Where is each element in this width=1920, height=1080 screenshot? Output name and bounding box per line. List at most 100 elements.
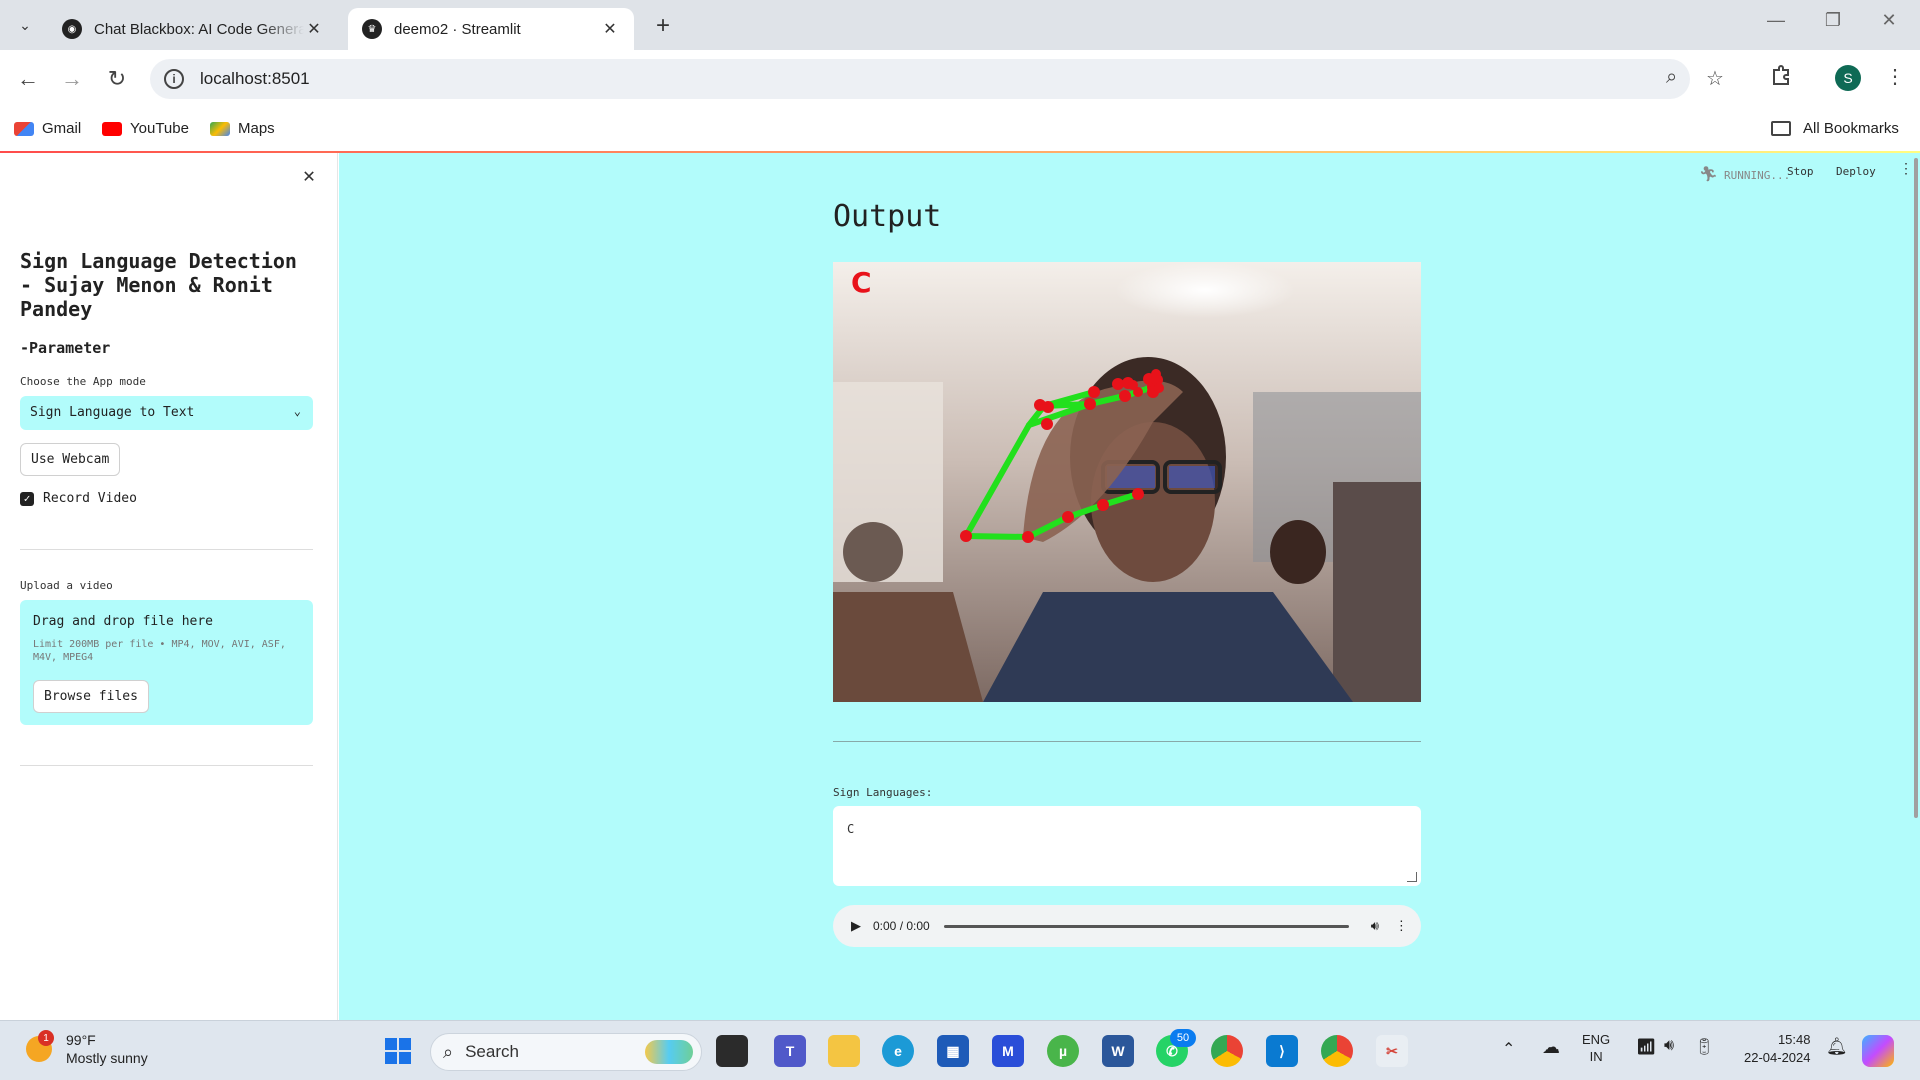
close-window-icon[interactable]: ✕ [1874, 10, 1904, 31]
close-tab-icon[interactable]: ✕ [304, 19, 324, 39]
minimize-icon[interactable]: — [1761, 10, 1791, 31]
page-title: Output [833, 199, 942, 234]
upload-label: Upload a video [20, 579, 113, 592]
play-icon[interactable]: ▶ [851, 918, 861, 934]
task-view-icon[interactable] [716, 1035, 748, 1067]
tab-blackbox[interactable]: ◉ Chat Blackbox: AI Code Genera ✕ [48, 8, 338, 50]
bookmark-star-icon[interactable]: ☆ [1706, 66, 1724, 91]
tab-streamlit[interactable]: ♛ deemo2 · Streamlit ✕ [348, 8, 634, 50]
tab-title: Chat Blackbox: AI Code Genera [94, 20, 304, 38]
deploy-button[interactable]: Deploy [1836, 165, 1876, 178]
divider [20, 549, 313, 550]
resize-handle-icon[interactable] [1407, 872, 1417, 882]
weather-desc: Mostly sunny [66, 1050, 148, 1066]
chevron-down-icon: ⌄ [293, 404, 301, 418]
weather-widget[interactable]: 1 99°F Mostly sunny [26, 1030, 148, 1067]
teams-icon[interactable]: T [774, 1035, 806, 1067]
chevron-down-icon: ⌄ [19, 16, 31, 33]
copilot-icon[interactable] [1862, 1035, 1894, 1067]
vscode-icon[interactable]: ⟩ [1266, 1035, 1298, 1067]
clock[interactable]: 15:48 22-04-2024 [1744, 1031, 1811, 1067]
close-tab-icon[interactable]: ✕ [600, 19, 620, 39]
record-video-label: Record Video [43, 491, 137, 506]
edge-icon[interactable]: e [882, 1035, 914, 1067]
upload-drag-text: Drag and drop file here [33, 614, 214, 629]
upload-limit-text: Limit 200MB per file • MP4, MOV, AVI, AS… [33, 639, 286, 663]
blackbox-favicon-icon: ◉ [62, 19, 82, 39]
file-explorer-icon[interactable] [828, 1035, 860, 1067]
app-mode-select[interactable]: Sign Language to Text ⌄ [20, 396, 313, 430]
more-options-icon[interactable]: ⋮ [1395, 918, 1408, 934]
stop-button[interactable]: Stop [1787, 165, 1814, 178]
taskbar-search[interactable]: ⌕ Search [430, 1033, 702, 1071]
audio-time: 0:00 / 0:00 [873, 919, 930, 933]
close-sidebar-icon[interactable]: ✕ [303, 163, 315, 187]
bookmark-gmail[interactable]: Gmail [14, 120, 81, 137]
back-icon[interactable]: ← [14, 66, 42, 92]
snipping-tool-icon[interactable]: ✂ [1376, 1035, 1408, 1067]
utorrent-icon[interactable]: µ [1047, 1035, 1079, 1067]
running-text: RUNNING... [1724, 169, 1791, 182]
speaker-icon[interactable]: 🔊︎ [1664, 1037, 1674, 1055]
browser-toolbar: ← → ↻ i localhost:8501 ⌕ ☆ [0, 50, 1920, 108]
maps-icon [210, 121, 230, 136]
main-menu-icon[interactable]: ⋮ [1899, 161, 1913, 177]
restore-icon[interactable]: ❐ [1818, 10, 1848, 31]
running-status: 🏃︎ RUNNING... [1699, 165, 1790, 183]
tab-search-button[interactable]: ⌄ [10, 10, 40, 40]
page-scrollbar[interactable] [1914, 158, 1918, 818]
divider [20, 765, 313, 766]
browser-menu-icon[interactable]: ⋮ [1885, 64, 1905, 89]
battery-icon[interactable]: 🔋︎ [1694, 1037, 1714, 1057]
record-video-checkbox[interactable]: ✓ Record Video [20, 491, 137, 506]
new-tab-button[interactable]: + [650, 12, 676, 40]
bookmark-youtube[interactable]: YouTube [102, 120, 189, 137]
chevron-up-icon[interactable]: ⌃ [1502, 1039, 1515, 1059]
chrome-icon[interactable] [1211, 1035, 1243, 1067]
notification-bell-icon[interactable]: 🔔︎ [1826, 1037, 1848, 1057]
all-bookmarks-label: All Bookmarks [1803, 120, 1899, 137]
use-webcam-button[interactable]: Use Webcam [20, 443, 121, 476]
profile-avatar[interactable]: S [1835, 65, 1861, 91]
checkmark-icon: ✓ [20, 491, 34, 506]
region-code: IN [1589, 1049, 1603, 1064]
language-indicator[interactable]: ENG IN [1582, 1031, 1610, 1065]
whatsapp-badge: 50 [1170, 1029, 1196, 1047]
windows-start-icon[interactable] [382, 1035, 414, 1067]
clock-date: 22-04-2024 [1744, 1050, 1811, 1065]
main-content: 🏃︎ RUNNING... Stop Deploy ⋮ Output C Sig… [339, 153, 1920, 1020]
search-icon: ⌕ [443, 1041, 454, 1062]
bookmark-label: Gmail [42, 120, 82, 137]
webcam-scene [833, 262, 1421, 702]
audio-progress-slider[interactable] [943, 924, 1349, 928]
chrome-profile-icon[interactable] [1321, 1035, 1353, 1067]
file-uploader-dropzone[interactable]: Drag and drop file here Limit 200MB per … [20, 600, 313, 725]
volume-icon[interactable]: 🔊︎ [1371, 918, 1379, 934]
language-code: ENG [1582, 1032, 1611, 1047]
weather-temp: 99°F [66, 1032, 96, 1048]
reload-icon[interactable]: ↻ [103, 66, 131, 92]
forward-icon[interactable]: → [58, 66, 86, 92]
sign-languages-textarea[interactable]: C [833, 806, 1421, 886]
windows-taskbar: 1 99°F Mostly sunny ⌕ Search T e ▦ M µ W… [0, 1020, 1920, 1080]
bookmark-maps[interactable]: Maps [210, 120, 275, 137]
folder-icon [1771, 121, 1791, 136]
sidebar: ✕ Sign Language Detection - Sujay Menon … [0, 153, 338, 1020]
onedrive-icon[interactable]: ☁ [1542, 1037, 1560, 1058]
tab-strip: ⌄ ◉ Chat Blackbox: AI Code Genera ✕ ♛ de… [0, 0, 1920, 50]
all-bookmarks-button[interactable]: All Bookmarks [1771, 120, 1899, 137]
zoom-icon[interactable]: ⌕ [1666, 66, 1677, 89]
app-icon[interactable]: M [992, 1035, 1024, 1067]
gmail-icon [14, 121, 34, 136]
app-mode-label: Choose the App mode [20, 375, 146, 388]
extensions-icon[interactable] [1770, 64, 1792, 91]
address-bar[interactable]: i localhost:8501 ⌕ ☆ [150, 59, 1724, 99]
browse-files-button[interactable]: Browse files [33, 680, 149, 713]
site-info-icon[interactable]: i [164, 69, 184, 89]
tab-title: deemo2 · Streamlit [394, 20, 521, 38]
word-icon[interactable]: W [1102, 1035, 1134, 1067]
wifi-icon[interactable]: 📶︎ [1636, 1037, 1656, 1057]
store-icon[interactable]: ▦ [937, 1035, 969, 1067]
search-highlight-icon [645, 1040, 693, 1064]
url-text: localhost:8501 [200, 69, 310, 88]
